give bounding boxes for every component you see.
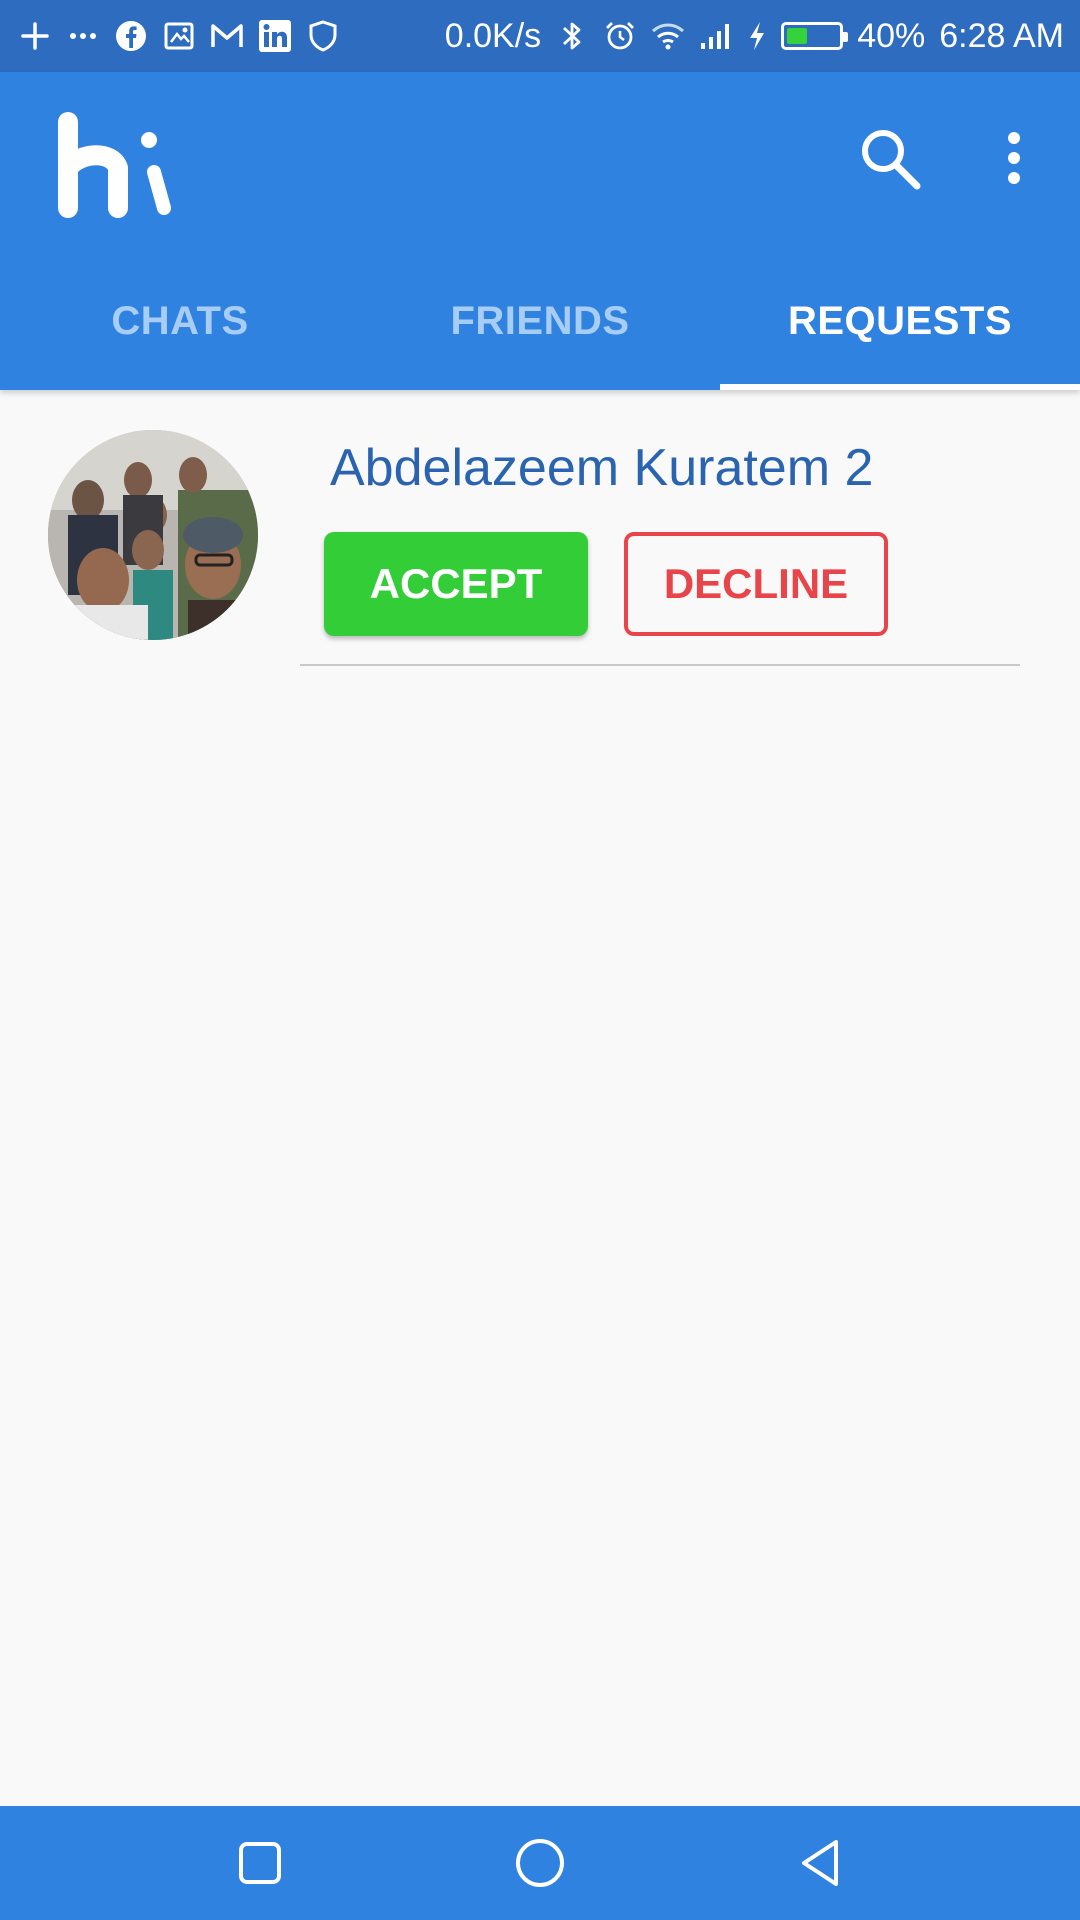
- shield-icon: [306, 19, 340, 53]
- row-divider: [300, 664, 1020, 666]
- app-screen: 0.0K/s 40% 6:28 AM CHATS FRIENDS REQUEST…: [0, 0, 1080, 1920]
- app-bar: CHATS FRIENDS REQUESTS: [0, 72, 1080, 390]
- search-icon[interactable]: [854, 122, 926, 194]
- status-right-icons: 0.0K/s 40% 6:28 AM: [445, 17, 1064, 56]
- battery-percent: 40%: [857, 16, 926, 55]
- status-bar: 0.0K/s 40% 6:28 AM: [0, 0, 1080, 72]
- system-nav-bar: [0, 1806, 1080, 1920]
- app-bar-actions: [854, 122, 1050, 194]
- linkedin-icon: [258, 19, 292, 53]
- signal-icon: [699, 19, 733, 53]
- more-dots-icon: [66, 19, 100, 53]
- wifi-icon: [651, 19, 685, 53]
- tab-requests[interactable]: REQUESTS: [720, 252, 1080, 390]
- status-left-icons: [18, 19, 340, 53]
- more-vert-icon[interactable]: [978, 122, 1050, 194]
- clock: 6:28 AM: [939, 16, 1064, 55]
- cast-icon: [162, 19, 196, 53]
- decline-button[interactable]: DECLINE: [624, 532, 888, 636]
- tab-chats[interactable]: CHATS: [0, 252, 360, 390]
- gmail-icon: [210, 19, 244, 53]
- hi-logo: [52, 112, 192, 222]
- accept-button[interactable]: ACCEPT: [324, 532, 588, 636]
- recents-square-icon[interactable]: [225, 1828, 295, 1898]
- tab-friends[interactable]: FRIENDS: [360, 252, 720, 390]
- facebook-icon: [114, 19, 148, 53]
- home-circle-icon[interactable]: [505, 1828, 575, 1898]
- charging-icon: [747, 19, 767, 53]
- request-list-item: Abdelazeem Kuratem 2 ACCEPT DECLINE: [0, 390, 1080, 666]
- back-triangle-icon[interactable]: [785, 1828, 855, 1898]
- avatar[interactable]: [48, 430, 258, 640]
- bluetooth-icon: [555, 19, 589, 53]
- net-speed: 0.0K/s: [444, 16, 542, 55]
- battery-level: [787, 28, 808, 44]
- alarm-icon: [603, 19, 637, 53]
- battery-icon: [781, 22, 849, 50]
- request-name[interactable]: Abdelazeem Kuratem 2: [330, 438, 873, 498]
- tab-bar: CHATS FRIENDS REQUESTS: [0, 252, 1080, 390]
- plus-icon: [18, 19, 52, 53]
